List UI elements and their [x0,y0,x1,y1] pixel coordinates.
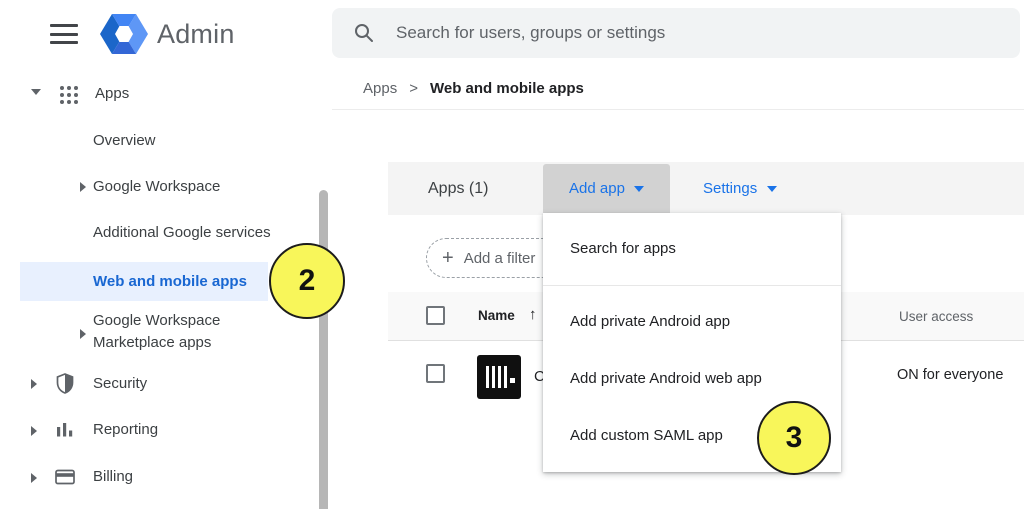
step-annotation-2: 2 [269,243,345,319]
chevron-right-icon[interactable] [80,329,86,339]
google-admin-logo-icon [100,12,148,61]
menu-item-search-for-apps[interactable]: Search for apps [570,240,676,257]
admin-console-screen: Admin Apps > Web and mobile apps Apps Ov… [0,0,1024,509]
search-icon [354,23,374,43]
step-annotation-3: 3 [757,401,831,475]
user-access-cell: ON for everyone [897,367,1003,383]
app-title: Admin [157,19,235,50]
dropdown-arrow-icon [767,186,777,192]
chevron-right-icon[interactable] [31,473,37,483]
bar-chart-reporting-icon [56,421,74,439]
apps-grid-icon [58,84,80,106]
chevron-right-icon[interactable] [31,379,37,389]
search-input[interactable] [396,23,1020,43]
credit-card-billing-icon [55,469,75,485]
add-app-button-label: Add app [569,180,625,197]
sidebar-item-additional-google-services[interactable]: Additional Google services [93,224,271,241]
chevron-right-icon[interactable] [31,426,37,436]
menu-item-add-custom-saml-app[interactable]: Add custom SAML app [570,427,723,444]
hamburger-menu-icon[interactable] [50,24,78,44]
column-header-user-access: User access [899,309,973,324]
sort-ascending-icon[interactable]: ↑ [529,306,537,323]
select-all-checkbox[interactable] [426,306,445,325]
column-header-name[interactable]: Name [478,308,515,323]
chevron-down-icon[interactable] [31,89,41,95]
add-app-button[interactable]: Add app [543,164,670,213]
settings-button[interactable]: Settings [703,162,777,215]
sidebar-item-security[interactable]: Security [93,375,147,392]
breadcrumb-separator: > [409,80,418,97]
breadcrumb: Apps > Web and mobile apps [363,80,584,97]
sidebar-item-billing[interactable]: Billing [93,468,133,485]
row-checkbox[interactable] [426,364,445,383]
sidebar-item-marketplace-apps[interactable]: Google Workspace Marketplace apps [93,310,268,354]
sidebar-item-apps[interactable]: Apps [95,85,129,102]
plus-icon: + [442,247,454,270]
settings-button-label: Settings [703,180,757,197]
global-search-bar[interactable] [332,8,1020,58]
breadcrumb-divider [332,109,1024,110]
sidebar-item-google-workspace[interactable]: Google Workspace [93,178,220,195]
shield-security-icon [55,373,75,394]
sidebar-item-web-and-mobile-apps-label[interactable]: Web and mobile apps [93,273,247,290]
app-logo-icon [477,355,521,399]
menu-divider [543,285,841,286]
chevron-right-icon[interactable] [80,182,86,192]
dropdown-arrow-icon [634,186,644,192]
menu-item-add-private-android-app[interactable]: Add private Android app [570,313,730,330]
breadcrumb-current: Web and mobile apps [430,80,584,97]
breadcrumb-parent[interactable]: Apps [363,80,397,97]
add-filter-label: Add a filter [464,250,536,267]
apps-count-label: Apps (1) [428,180,488,198]
sidebar-scrollbar[interactable] [319,190,328,509]
menu-item-add-private-android-web-app[interactable]: Add private Android web app [570,370,762,387]
sidebar-item-overview[interactable]: Overview [93,132,156,149]
sidebar-item-reporting[interactable]: Reporting [93,421,158,438]
